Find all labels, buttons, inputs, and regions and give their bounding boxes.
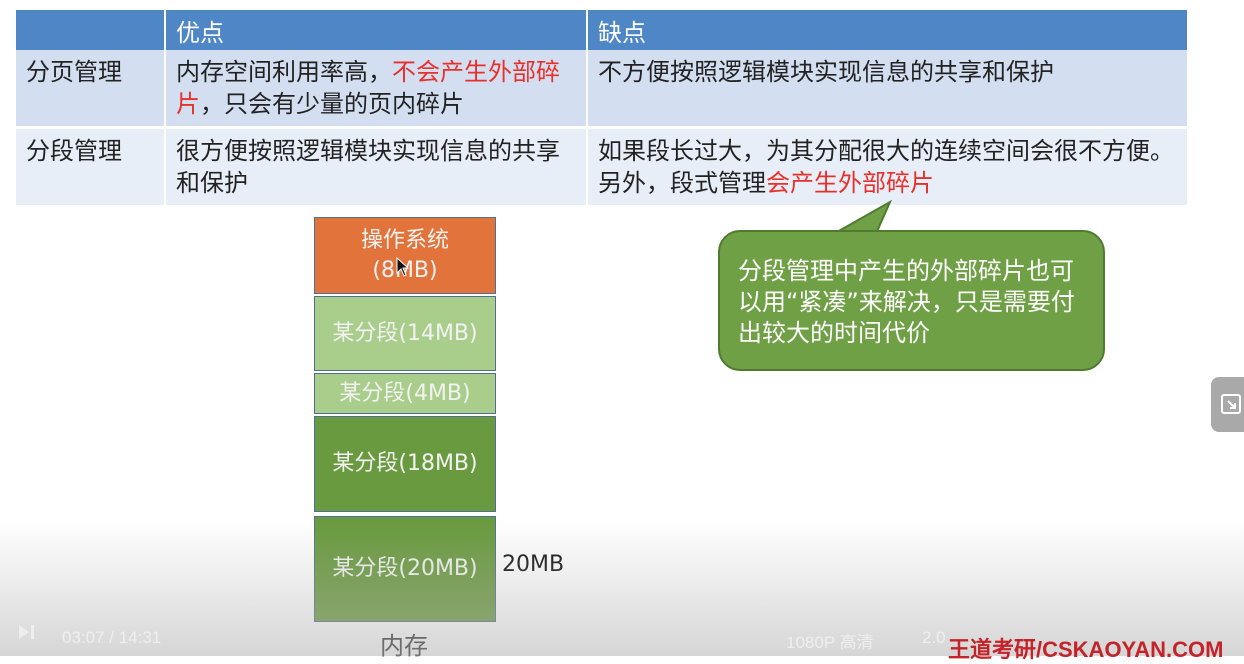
segment-size-label: 20MB <box>502 552 565 577</box>
quality-selector[interactable]: 1080P 高清 <box>786 628 874 653</box>
callout-text: 分段管理中产生的外部碎片也可以用“紧凑”来解决，只是需要付出较大的时间代价 <box>738 257 1075 347</box>
memory-block-segment: 某分段(14MB) <box>314 296 496 371</box>
header-blank <box>16 10 164 50</box>
row-name: 分段管理 <box>16 129 164 208</box>
memory-block-segment: 某分段(4MB) <box>314 373 496 414</box>
row-name: 分页管理 <box>16 50 164 129</box>
header-cons: 缺点 <box>588 10 1187 50</box>
cursor-icon <box>396 257 410 277</box>
pros-text-tail: ，只会有少量的页内碎片 <box>200 90 464 118</box>
memory-block-os: 操作系统 (8MB) <box>314 217 496 294</box>
pros-text: 很方便按照逻辑模块实现信息的共享和保护 <box>176 137 560 197</box>
side-panel-icon <box>1221 394 1241 414</box>
watermark: 王道考研/CSKAOYAN.COM <box>948 637 1224 662</box>
table-header-row: 优点 缺点 <box>16 10 1187 50</box>
cons-highlight: 会产生外部碎片 <box>766 169 934 197</box>
memory-block-segment: 某分段(18MB) <box>314 416 496 512</box>
pros-text: 内存空间利用率高， <box>176 58 392 86</box>
time-display: 03:07 / 14:31 <box>62 628 162 647</box>
callout-bubble: 分段管理中产生的外部碎片也可以用“紧凑”来解决，只是需要付出较大的时间代价 <box>718 230 1105 371</box>
row-pros: 内存空间利用率高，不会产生外部碎片，只会有少量的页内碎片 <box>166 50 586 129</box>
os-label: 操作系统 <box>360 227 449 253</box>
play-button[interactable] <box>18 624 36 645</box>
cons-text: 不方便按照逻辑模块实现信息的共享和保护 <box>598 58 1054 86</box>
header-pros: 优点 <box>166 10 586 50</box>
row-cons: 不方便按照逻辑模块实现信息的共享和保护 <box>588 50 1187 129</box>
comparison-table: 优点 缺点 分页管理 内存空间利用率高，不会产生外部碎片，只会有少量的页内碎片 … <box>14 10 1189 208</box>
table-row: 分页管理 内存空间利用率高，不会产生外部碎片，只会有少量的页内碎片 不方便按照逻… <box>16 50 1187 129</box>
play-icon <box>19 625 34 639</box>
speed-selector[interactable]: 2.0 <box>922 628 946 648</box>
table-row: 分段管理 很方便按照逻辑模块实现信息的共享和保护 如果段长过大，为其分配很大的连… <box>16 129 1187 208</box>
side-panel-button[interactable] <box>1211 377 1244 432</box>
row-cons: 如果段长过大，为其分配很大的连续空间会很不方便。另外，段式管理会产生外部碎片 <box>588 129 1187 208</box>
memory-block-segment: 某分段(20MB) <box>314 516 496 622</box>
row-pros: 很方便按照逻辑模块实现信息的共享和保护 <box>166 129 586 208</box>
